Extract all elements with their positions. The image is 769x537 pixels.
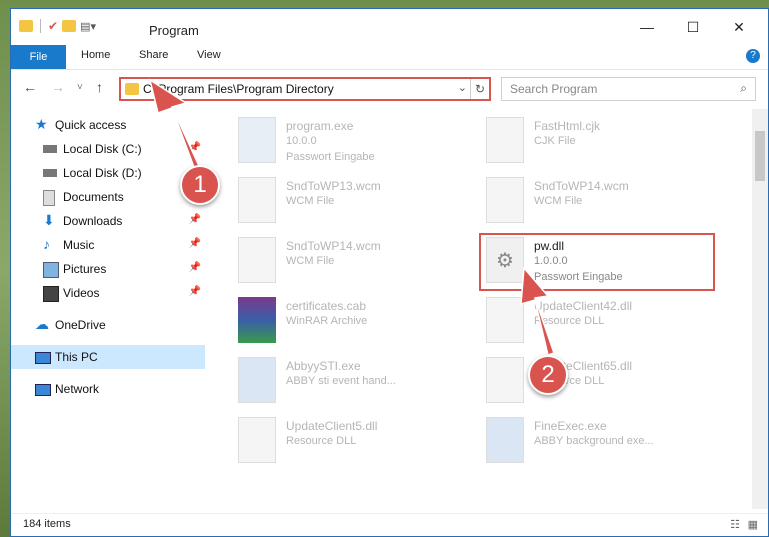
arrow-1 [148, 78, 202, 171]
callout-step-2: 2 [528, 355, 568, 395]
arrow-2 [520, 266, 555, 356]
callout-step-1: 1 [180, 165, 220, 205]
annotation-arrows [148, 78, 555, 356]
